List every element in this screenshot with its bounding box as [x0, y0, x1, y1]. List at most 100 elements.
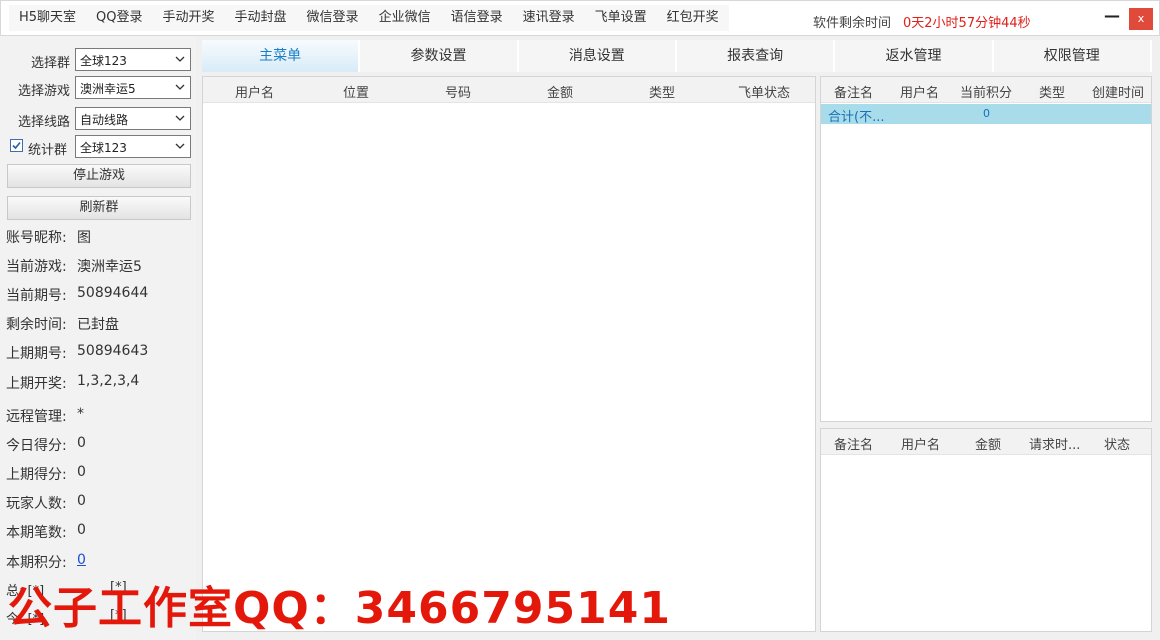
info-current-period: 当前期号: 50894644: [6, 285, 148, 305]
chevron-down-icon: [175, 143, 185, 149]
select-game-dropdown[interactable]: 澳洲幸运5: [75, 76, 191, 99]
menu-wechat-login[interactable]: 微信登录: [297, 5, 369, 31]
top-menu-bar: H5聊天室 QQ登录 手动开奖 手动封盘 微信登录 企业微信 语信登录 速讯登录…: [0, 0, 1160, 36]
info-period-bets: 本期笔数: 0: [6, 522, 86, 542]
info-current-game: 当前游戏: 澳洲幸运5: [6, 256, 142, 276]
column-header[interactable]: 用户名: [235, 82, 274, 101]
select-group-row: 选择群 全球123: [0, 48, 196, 72]
info-today-score: 今日得分: 0: [6, 435, 86, 455]
menu-manual-draw[interactable]: 手动开奖: [153, 5, 225, 31]
select-route-label: 选择线路: [17, 115, 70, 130]
info-nickname: 账号昵称: 图: [6, 227, 91, 247]
select-group-label: 选择群: [30, 56, 70, 71]
info-last-period: 上期期号: 50894643: [6, 343, 148, 363]
close-button[interactable]: x: [1129, 8, 1153, 30]
stat-group-checkbox[interactable]: [10, 139, 23, 152]
stop-game-button[interactable]: 停止游戏: [7, 164, 191, 188]
menu-list: H5聊天室 QQ登录 手动开奖 手动封盘 微信登录 企业微信 语信登录 速讯登录…: [9, 5, 729, 31]
chevron-down-icon: [175, 56, 185, 62]
column-header[interactable]: 用户名: [901, 434, 940, 453]
info-period-points: 本期积分: 0: [6, 552, 86, 572]
select-group-dropdown[interactable]: 全球123: [75, 48, 191, 71]
info-key: 当前期号:: [6, 288, 67, 304]
menu-flysheet-settings[interactable]: 飞单设置: [585, 5, 657, 31]
info-key: 玩家人数:: [6, 496, 67, 512]
watermark-text: 公子工作室QQ：3466795141: [8, 583, 671, 634]
info-value: 0: [77, 435, 86, 451]
select-game-row: 选择游戏 澳洲幸运5: [0, 76, 196, 100]
select-route-row: 选择线路 自动线路: [0, 107, 196, 131]
select-route-dropdown[interactable]: 自动线路: [75, 107, 191, 130]
info-value: 0: [77, 522, 86, 538]
info-value: 澳洲幸运5: [77, 259, 142, 275]
info-player-count: 玩家人数: 0: [6, 493, 86, 513]
request-table[interactable]: 备注名 用户名 金额 请求时... 状态: [820, 428, 1152, 632]
minimize-button[interactable]: —: [1101, 8, 1123, 29]
menu-h5-chat[interactable]: H5聊天室: [9, 5, 86, 31]
chevron-down-icon: [175, 115, 185, 121]
user-points-table[interactable]: 备注名 用户名 当前积分 类型 创建时间 合计(不... 0: [820, 76, 1152, 422]
stat-group-dropdown[interactable]: 全球123: [75, 135, 191, 158]
info-remaining-time: 剩余时间: 已封盘: [6, 314, 119, 334]
column-header[interactable]: 飞单状态: [738, 82, 790, 101]
select-game-value: 澳洲幸运5: [80, 82, 136, 96]
select-group-value: 全球123: [80, 54, 127, 68]
info-key: 本期笔数:: [6, 525, 67, 541]
tab-rebate-management[interactable]: 返水管理: [835, 40, 994, 72]
stat-group-row: 统计群 全球123: [0, 135, 196, 159]
tab-parameter-settings[interactable]: 参数设置: [360, 40, 519, 72]
info-last-score: 上期得分: 0: [6, 464, 86, 484]
column-header[interactable]: 金额: [975, 434, 1001, 453]
info-value: 1,3,2,3,4: [77, 373, 140, 389]
menu-manual-close[interactable]: 手动封盘: [225, 5, 297, 31]
column-header[interactable]: 当前积分: [960, 82, 1012, 101]
tab-main-menu[interactable]: 主菜单: [202, 40, 361, 72]
info-value: 0: [77, 464, 86, 480]
summary-points: 0: [983, 107, 990, 120]
column-header[interactable]: 请求时...: [1029, 434, 1080, 453]
stat-group-label: 统计群: [28, 143, 68, 158]
column-header[interactable]: 类型: [1039, 82, 1065, 101]
tab-message-settings[interactable]: 消息设置: [518, 40, 677, 72]
table-header: 备注名 用户名 金额 请求时... 状态: [821, 429, 1151, 455]
column-header[interactable]: 类型: [649, 82, 675, 101]
menu-redpacket-draw[interactable]: 红包开奖: [657, 5, 729, 31]
info-value: 50894644: [77, 285, 149, 301]
info-value: 已封盘: [77, 317, 119, 333]
info-value: 0: [77, 493, 86, 509]
info-key: 上期开奖:: [6, 376, 67, 392]
chevron-down-icon: [175, 84, 185, 90]
info-key: 上期期号:: [6, 346, 67, 362]
column-header[interactable]: 状态: [1104, 434, 1130, 453]
column-header[interactable]: 用户名: [900, 82, 939, 101]
column-header[interactable]: 位置: [343, 82, 369, 101]
column-header[interactable]: 号码: [445, 82, 471, 101]
select-route-value: 自动线路: [80, 113, 129, 127]
menu-suxun-login[interactable]: 速讯登录: [513, 5, 585, 31]
column-header[interactable]: 金额: [547, 82, 573, 101]
info-value: 图: [77, 230, 91, 246]
table-header: 用户名 位置 号码 金额 类型 飞单状态: [203, 77, 815, 103]
tab-report-query[interactable]: 报表查询: [676, 40, 836, 72]
stat-group-value: 全球123: [80, 141, 127, 155]
info-remote-admin: 远程管理: *: [6, 406, 84, 426]
info-key: 账号昵称:: [6, 230, 67, 246]
info-key: 本期积分:: [6, 555, 67, 571]
info-key: 今日得分:: [6, 438, 67, 454]
menu-yuxin-login[interactable]: 语信登录: [441, 5, 513, 31]
column-header[interactable]: 备注名: [834, 434, 873, 453]
menu-enterprise-wechat[interactable]: 企业微信: [369, 5, 441, 31]
column-header[interactable]: 备注名: [834, 82, 873, 101]
tab-permission-management[interactable]: 权限管理: [993, 40, 1152, 72]
refresh-group-button[interactable]: 刷新群: [7, 196, 191, 220]
info-key: 远程管理:: [6, 409, 67, 425]
menu-qq-login[interactable]: QQ登录: [86, 5, 152, 31]
remaining-time-label: 软件剩余时间: [813, 16, 892, 31]
checkmark-icon: [12, 141, 21, 150]
info-key: 当前游戏:: [6, 259, 67, 275]
summary-row[interactable]: 合计(不... 0: [821, 104, 1151, 125]
period-points-link[interactable]: 0: [77, 552, 86, 568]
select-game-label: 选择游戏: [17, 84, 70, 99]
column-header[interactable]: 创建时间: [1092, 82, 1144, 101]
bet-table[interactable]: 用户名 位置 号码 金额 类型 飞单状态: [202, 76, 816, 632]
